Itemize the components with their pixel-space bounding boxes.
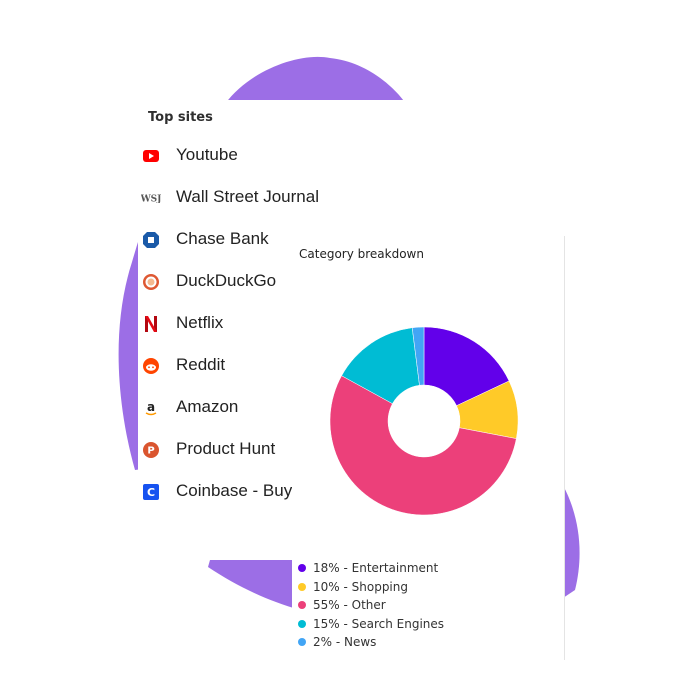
chase-icon (143, 232, 159, 248)
site-label: Wall Street Journal (176, 187, 319, 206)
legend-item-shopping[interactable]: 10% - Shopping (298, 578, 518, 596)
producthunt-icon: P (143, 442, 159, 458)
coinbase-icon: C (143, 484, 159, 500)
legend-item-other[interactable]: 55% - Other (298, 596, 518, 614)
legend-dot (298, 601, 306, 609)
amazon-icon: a (143, 400, 159, 416)
site-label: Coinbase - Buy (176, 481, 293, 500)
top-sites-title: Top sites (148, 110, 213, 125)
legend-item-news[interactable]: 2% - News (298, 633, 518, 651)
netflix-icon (143, 316, 159, 332)
donut-chart (329, 326, 519, 516)
legend-label: 15% - Search Engines (313, 616, 445, 631)
legend-label: 10% - Shopping (313, 579, 408, 594)
legend-item-entertainment[interactable]: 18% - Entertainment (298, 559, 518, 577)
site-label: Youtube (176, 145, 238, 164)
legend-dot (298, 619, 306, 628)
legend-dot (298, 638, 306, 646)
legend-dot (298, 564, 306, 572)
site-label: Netflix (176, 313, 224, 332)
site-label: Chase Bank (176, 229, 269, 248)
site-item-youtube[interactable]: Youtube (138, 136, 450, 176)
svg-text:P: P (147, 446, 154, 457)
svg-text:WSJ: WSJ (141, 195, 161, 204)
svg-text:a: a (147, 400, 155, 414)
svg-text:C: C (147, 486, 155, 499)
youtube-icon (143, 148, 159, 164)
legend-label: 55% - Other (313, 598, 386, 612)
site-label: DuckDuckGo (176, 271, 277, 290)
legend-label: 18% - Entertainment (313, 561, 439, 575)
legend-item-search-engines[interactable]: 15% - Search Engines (298, 615, 518, 633)
category-breakdown-card: Category breakdown 18% - Entertainment 1… (292, 236, 565, 660)
reddit-icon (143, 358, 159, 374)
legend-dot (298, 582, 306, 591)
legend-label: 2% - News (313, 635, 377, 649)
site-label: Amazon (176, 397, 239, 416)
duckduckgo-icon (143, 274, 159, 290)
site-label: Product Hunt (176, 439, 276, 458)
site-item-wall-street-journal[interactable]: WSJ Wall Street Journal (138, 178, 450, 218)
site-label: Reddit (176, 355, 226, 374)
background-blob-lower-shape (208, 560, 300, 610)
wsj-icon: WSJ (141, 190, 161, 206)
